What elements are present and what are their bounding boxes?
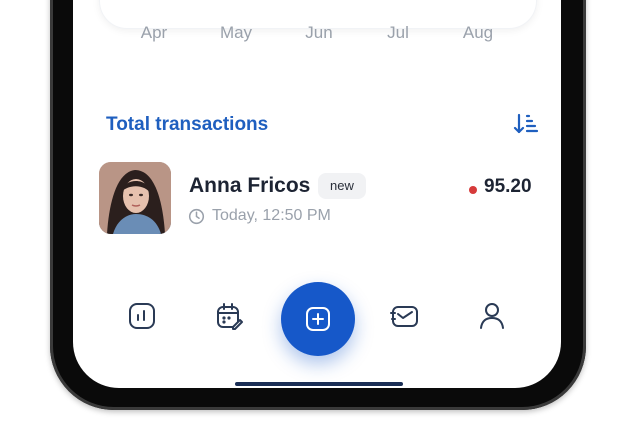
x-axis-label: Apr bbox=[140, 23, 168, 42]
avatar-photo-icon bbox=[99, 162, 171, 234]
bottom-nav bbox=[73, 282, 561, 362]
transaction-time: Today, 12:50 PM bbox=[212, 207, 331, 224]
transaction-row[interactable]: Anna Fricos new Today, 12:50 PM 95.20 bbox=[99, 162, 539, 236]
calendar-edit-icon[interactable] bbox=[213, 300, 245, 332]
transaction-name: Anna Fricos bbox=[189, 174, 311, 197]
x-axis-label: Aug bbox=[462, 23, 494, 42]
analytics-icon[interactable] bbox=[126, 300, 158, 332]
add-button[interactable] bbox=[281, 282, 355, 356]
transaction-time-row: Today, 12:50 PM bbox=[188, 205, 331, 227]
x-axis-label: May bbox=[219, 23, 253, 42]
add-icon bbox=[306, 307, 330, 331]
x-axis-label: Jul bbox=[387, 23, 409, 42]
chart-card: Apr May Jun Jul Aug bbox=[99, 0, 537, 42]
clock-icon bbox=[188, 208, 205, 224]
avatar bbox=[99, 162, 171, 234]
status-dot bbox=[469, 186, 477, 194]
status-badge: new bbox=[318, 173, 366, 199]
sort-descending-icon[interactable] bbox=[513, 112, 539, 136]
app-screen: Apr May Jun Jul Aug Total transactions A… bbox=[73, 0, 561, 388]
transaction-amount: 95.20 bbox=[484, 176, 532, 197]
section-title: Total transactions bbox=[106, 114, 269, 135]
x-axis-label: Jun bbox=[305, 23, 333, 42]
profile-icon[interactable] bbox=[476, 300, 508, 332]
home-indicator bbox=[235, 382, 403, 386]
messages-icon[interactable] bbox=[389, 300, 421, 332]
